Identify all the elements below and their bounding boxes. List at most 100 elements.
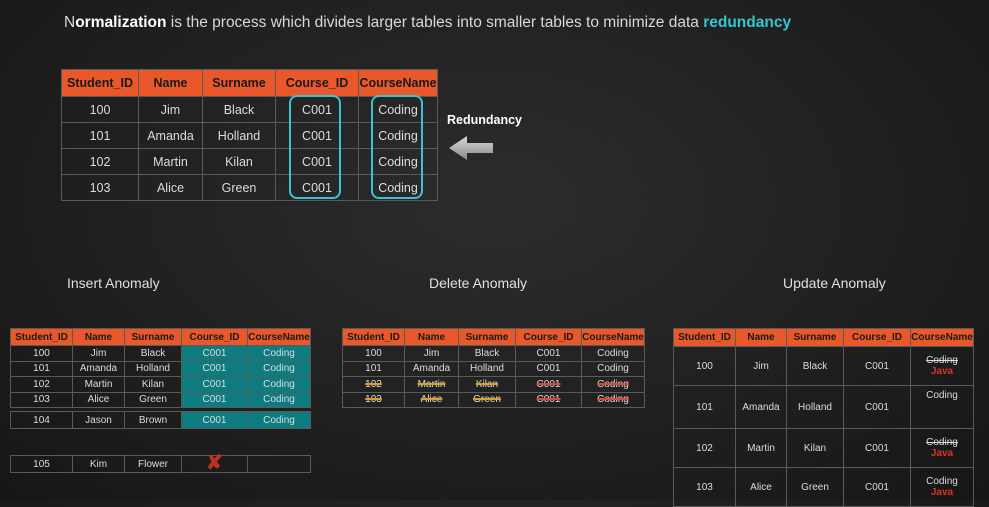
cell: 101 [10,360,73,377]
cell: 100 [673,346,736,386]
cell: Martin [404,376,459,393]
arrow-left-icon [449,136,493,160]
deleted-row: 102 Martin Kilan C001 Coding [342,376,645,393]
cell: Flower [124,455,182,473]
header-cell: CourseName [581,328,645,346]
table-row: 103 Alice Green C001 Coding Java [673,467,974,507]
new-value: Java [930,487,954,498]
deleted-row: 103 Alice Green C001 Coding [342,391,645,408]
old-value: Coding [926,355,958,366]
new-value: Java [930,366,954,377]
cell: C001 [843,467,911,507]
cell: Coding [247,376,311,393]
cell: Green [124,391,182,408]
cell: C001 [181,376,248,393]
main-header-cell: Surname [202,69,276,97]
cell: Coding [247,411,311,429]
cell: Kilan [124,376,182,393]
headline: Normalization is the process which divid… [64,14,791,32]
course-id-highlight [289,95,341,199]
cell: Brown [124,411,182,429]
cell: Holland [124,360,182,377]
header-cell: Course_ID [515,328,582,346]
cell: 102 [10,376,73,393]
cell: Coding [247,360,311,377]
cell: 103 [10,391,73,408]
delete-header-row: Student_ID Name Surname Course_ID CourseName [342,328,645,346]
unchanged-value: Coding [926,390,958,401]
cell: Green [786,467,844,507]
cell: C001 [181,345,248,362]
header-cell: Student_ID [342,328,405,346]
header-cell: Surname [786,328,844,347]
cell: 102 [673,428,736,468]
header-cell: Student_ID [10,328,73,346]
cell: Coding [581,360,645,377]
cell: Black [202,96,276,123]
cell: 101 [61,122,139,149]
cell: Black [786,346,844,386]
insert-new-row-table: 104 Jason Brown C001 Coding [10,411,311,429]
header-cell: CourseName [910,328,974,347]
cell: 103 [673,467,736,507]
header-cell: Course_ID [181,328,248,346]
table-row: 100 Jim Black C001 Coding Java [673,346,974,386]
cell: Kilan [786,428,844,468]
cell: Coding [581,391,645,408]
delete-anomaly-table: Student_ID Name Surname Course_ID CourseName… [342,328,645,408]
main-header-cell: Name [138,69,203,97]
cell: Holland [202,122,276,149]
cell: C001 [181,411,248,429]
main-header-cell: Student_ID [61,69,139,97]
insert-anomaly-table: Student_ID Name Surname Course_ID CourseName… [10,328,311,408]
table-row: 102 Martin Kilan C001 Coding [10,376,311,393]
cell: 102 [61,148,139,175]
cell: 101 [673,385,736,429]
cell: Amanda [735,385,787,429]
course-name-highlight [371,95,423,199]
cell: Green [202,174,276,201]
cell: Coding [247,391,311,408]
cell: 100 [10,345,73,362]
cell: 100 [342,345,405,362]
table-row: 103 Alice Green C001 Coding [10,391,311,408]
main-header-row: Student_ID Name Surname Course_ID Course… [61,69,438,97]
table-row: 105 Kim Flower ✘ [10,453,311,473]
cell: Jim [735,346,787,386]
cell: Martin [735,428,787,468]
update-anomaly-title: Update Anomaly [783,275,886,291]
cell: Coding [581,376,645,393]
header-cell: Name [735,328,787,347]
cell: C001 [181,360,248,377]
course-name-cell: Coding Java [910,467,974,507]
cell: 103 [61,174,139,201]
cell: 105 [10,455,73,473]
course-name-cell: Coding Java [910,428,974,468]
cell: 102 [342,376,405,393]
unchanged-value: Coding [926,476,958,487]
table-row: 101 Amanda Holland C001 Coding [342,360,645,377]
cell: Jim [72,345,125,362]
headline-accent: redundancy [703,14,792,31]
table-row: 101 Amanda Holland C001 Coding [10,360,311,377]
cell: Alice [138,174,203,201]
cell: 104 [10,411,73,429]
cell: Green [458,391,516,408]
cell: Martin [138,148,203,175]
cell: C001 [515,345,582,362]
cell: Black [458,345,516,362]
cell: Alice [735,467,787,507]
table-row: 101 Amanda Holland C001 Coding [673,385,974,429]
cell: Amanda [72,360,125,377]
headline-rest: is the process which divides larger tabl… [166,14,704,31]
cell: Jim [138,96,203,123]
cell: Black [124,345,182,362]
cell: Kilan [458,376,516,393]
cell: Amanda [404,360,459,377]
redundancy-label: Redundancy [447,113,523,127]
table-row: 102 Martin Kilan C001 Coding Java [673,428,974,468]
cell: Coding [581,345,645,362]
course-name-cell: Coding [910,385,974,429]
cell: C001 [515,376,582,393]
insert-header-row: Student_ID Name Surname Course_ID CourseName [10,328,311,346]
